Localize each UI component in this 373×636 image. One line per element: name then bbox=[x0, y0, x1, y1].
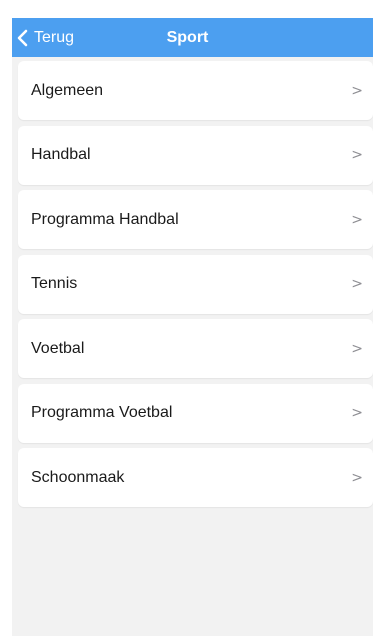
list-item-label: Tennis bbox=[31, 275, 78, 292]
list-item-voetbal[interactable]: Voetbal > bbox=[18, 319, 373, 378]
chevron-right-icon: > bbox=[351, 82, 363, 99]
list-item-algemeen[interactable]: Algemeen > bbox=[18, 61, 373, 120]
list-item-label: Algemeen bbox=[31, 81, 104, 99]
page-title: Sport bbox=[166, 28, 209, 46]
chevron-right-icon: > bbox=[351, 211, 363, 228]
list-item-label: Schoonmaak bbox=[31, 468, 125, 486]
screen: Terug Sport Algemeen > Handbal > Program… bbox=[12, 18, 373, 636]
list-item-label: Programma Voetbal bbox=[31, 404, 173, 421]
chevron-right-icon: > bbox=[351, 276, 363, 292]
list-item-label: Programma Handbal bbox=[31, 210, 179, 228]
list-item-label: Handbal bbox=[31, 146, 91, 163]
chevron-right-icon: > bbox=[351, 405, 363, 421]
chevron-right-icon: > bbox=[351, 340, 363, 357]
list-item-label: Voetbal bbox=[31, 339, 85, 357]
list-item-programma-voetbal[interactable]: Programma Voetbal > bbox=[18, 383, 373, 443]
navigation-bar: Terug Sport bbox=[12, 18, 373, 57]
menu-list: Algemeen > Handbal > Programma Handbal >… bbox=[18, 61, 373, 513]
chevron-right-icon: > bbox=[351, 469, 363, 486]
list-item-tennis[interactable]: Tennis > bbox=[18, 254, 373, 314]
chevron-right-icon: > bbox=[351, 147, 363, 163]
list-item-programma-handbal[interactable]: Programma Handbal > bbox=[18, 190, 373, 249]
list-item-schoonmaak[interactable]: Schoonmaak > bbox=[18, 448, 373, 507]
list-item-handbal[interactable]: Handbal > bbox=[18, 125, 373, 185]
